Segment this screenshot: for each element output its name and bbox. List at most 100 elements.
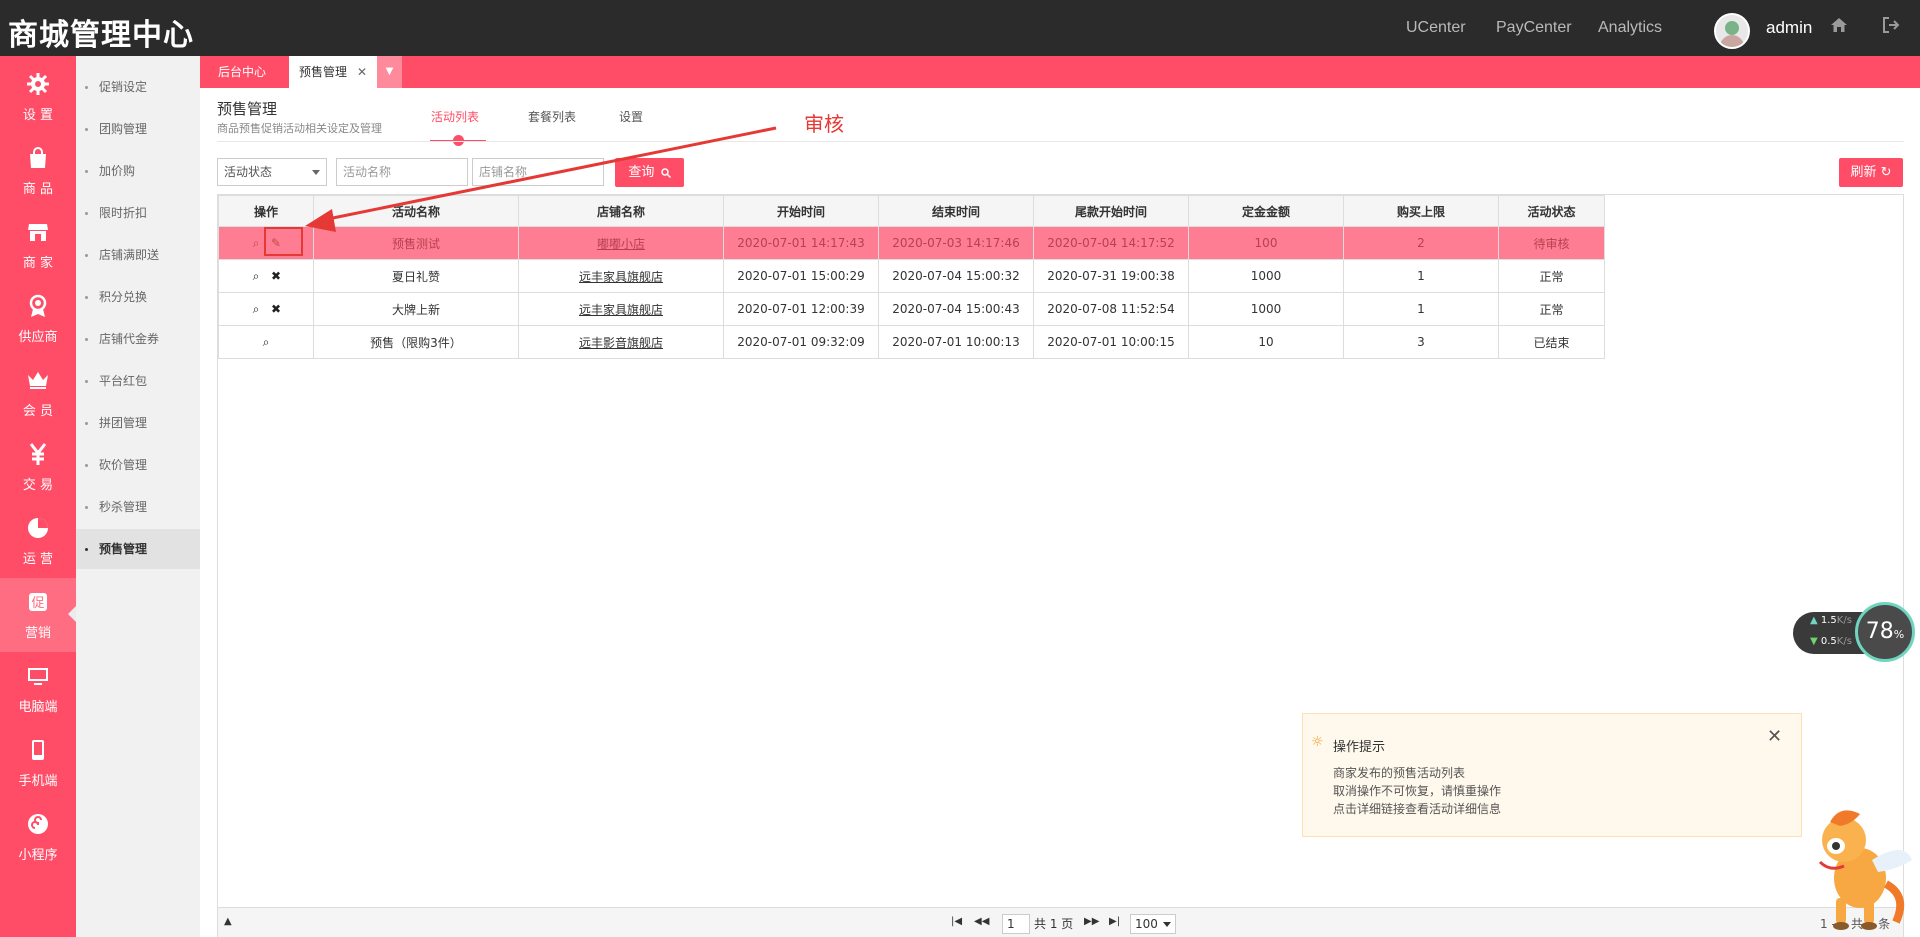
activity-name-input[interactable]: 活动名称	[336, 158, 468, 186]
shop-name-input[interactable]: 店铺名称	[472, 158, 604, 186]
chevron-down-icon[interactable]: ▼	[377, 56, 402, 88]
user-name[interactable]: admin	[1766, 18, 1812, 38]
monitor-icon	[28, 668, 48, 685]
page-number-input[interactable]: 1	[1002, 914, 1030, 934]
nav-ucenter[interactable]: UCenter	[1406, 19, 1466, 37]
column-header[interactable]: 结束时间	[878, 195, 1034, 227]
shop-link[interactable]: 远丰家具旗舰店	[518, 259, 724, 293]
deposit-amount: 10	[1188, 325, 1344, 359]
logout-icon[interactable]	[1882, 16, 1900, 39]
next-page-icon[interactable]: ▶▶	[1084, 916, 1099, 927]
tab-package-list[interactable]: 套餐列表	[528, 108, 576, 125]
shop-link-text[interactable]: 远丰影音旗舰店	[579, 336, 663, 350]
submenu-item[interactable]: 限时折扣	[76, 193, 200, 233]
app-title: 商城管理中心	[8, 18, 194, 53]
search-icon[interactable]: ⌕	[249, 269, 263, 284]
submenu-item[interactable]: 团购管理	[76, 109, 200, 149]
refresh-label: 刷新	[1850, 165, 1877, 180]
phone-icon	[32, 740, 44, 760]
upload-value: 1.5	[1820, 615, 1837, 626]
submenu-item[interactable]: 平台红包	[76, 361, 200, 401]
tab-label: 预售管理	[299, 65, 348, 79]
tab-activity-list[interactable]: 活动列表	[431, 108, 479, 125]
column-header[interactable]: 开始时间	[723, 195, 879, 227]
query-label: 查询	[628, 165, 655, 180]
column-header[interactable]: 活动名称	[313, 195, 519, 227]
shop-link-text[interactable]: 远丰家具旗舰店	[579, 270, 663, 284]
sidebar-item-mobile[interactable]: 手机端	[0, 726, 76, 800]
presale-table: 操作 活动名称 店铺名称 开始时间 结束时间 尾款开始时间 定金金额 购买上限 …	[218, 195, 1605, 359]
nav-analytics[interactable]: Analytics	[1598, 19, 1662, 37]
close-icon[interactable]: ✕	[357, 65, 367, 79]
close-icon[interactable]: ✖	[269, 269, 283, 283]
prev-page-icon[interactable]: ◀◀	[974, 916, 989, 927]
shop-link-text[interactable]: 远丰家具旗舰店	[579, 303, 663, 317]
sidebar-item-member[interactable]: 会 员	[0, 356, 76, 430]
sidebar-item-goods[interactable]: 商 品	[0, 134, 76, 208]
column-header[interactable]: 尾款开始时间	[1033, 195, 1189, 227]
search-icon[interactable]: ⌕	[249, 302, 263, 317]
tips-line: 点击详细链接查看活动详细信息	[1333, 802, 1502, 816]
sidebar-item-marketing[interactable]: 促 营销	[0, 578, 76, 652]
tab-settings[interactable]: 设置	[619, 108, 643, 125]
home-icon[interactable]	[1830, 16, 1848, 39]
nav-paycenter[interactable]: PayCenter	[1496, 19, 1572, 37]
sidebar-item-pc[interactable]: 电脑端	[0, 652, 76, 726]
submenu-item[interactable]: 店铺满即送	[76, 235, 200, 275]
crown-icon	[28, 372, 48, 389]
sidebar-item-operation[interactable]: 运 营	[0, 504, 76, 578]
tab-presale[interactable]: 预售管理 ✕	[289, 56, 378, 88]
page-subtitle: 商品预售促销活动相关设定及管理	[217, 122, 382, 135]
sidebar-item-trade[interactable]: 交 易	[0, 430, 76, 504]
close-icon[interactable]: ✖	[269, 302, 283, 316]
submenu-item[interactable]: 砍价管理	[76, 445, 200, 485]
activity-status: 待审核	[1498, 226, 1605, 260]
yen-icon	[29, 443, 47, 465]
shop-link[interactable]: 远丰影音旗舰店	[518, 325, 724, 359]
first-page-icon[interactable]: |◀	[951, 916, 962, 927]
sidebar-item-merchant[interactable]: 商 家	[0, 208, 76, 282]
refresh-button[interactable]: 刷新 ↻	[1839, 158, 1903, 187]
column-header[interactable]: 购买上限	[1343, 195, 1499, 227]
table-row[interactable]: ⌕ ✎ 预售测试 嘟嘟小店 2020-07-01 14:17:43 2020-07…	[218, 226, 1605, 260]
sidebar-item-supplier[interactable]: 供应商	[0, 282, 76, 356]
shop-link[interactable]: 嘟嘟小店	[518, 226, 724, 260]
submenu-item[interactable]: 店铺代金券	[76, 319, 200, 359]
shop-link[interactable]: 远丰家具旗舰店	[518, 292, 724, 326]
total-pages: 共 1 页	[1034, 917, 1074, 931]
table-row[interactable]: ⌕ ✖ 大牌上新 远丰家具旗舰店 2020-07-01 12:00:39 2020…	[218, 292, 1605, 326]
tab-dashboard[interactable]: 后台中心	[208, 56, 276, 88]
refresh-icon: ↻	[1880, 165, 1892, 180]
memory-usage-gauge[interactable]: 78%	[1855, 602, 1915, 662]
search-icon[interactable]: ⌕	[259, 335, 273, 350]
submenu-item[interactable]: 拼团管理	[76, 403, 200, 443]
close-icon[interactable]: ✕	[1767, 726, 1782, 747]
activity-name: 大牌上新	[313, 292, 519, 326]
column-header[interactable]: 活动状态	[1498, 195, 1605, 227]
column-header[interactable]: 定金金额	[1188, 195, 1344, 227]
column-header[interactable]: 店铺名称	[518, 195, 724, 227]
submenu-item[interactable]: 加价购	[76, 151, 200, 191]
sidebar-label: 运 营	[22, 552, 54, 567]
sidebar-label: 会 员	[22, 404, 54, 419]
sidebar-item-miniprogram[interactable]: 小程序	[0, 800, 76, 874]
page-size-select[interactable]: 100	[1130, 914, 1176, 934]
table-row[interactable]: ⌕ 预售（限购3件） 远丰影音旗舰店 2020-07-01 09:32:09 2…	[218, 325, 1605, 359]
search-icon[interactable]: ⌕	[249, 236, 263, 251]
status-select[interactable]: 活动状态	[217, 158, 327, 186]
chevron-up-icon[interactable]: ▲	[224, 916, 232, 927]
start-time: 2020-07-01 12:00:39	[723, 292, 879, 326]
submenu-item[interactable]: 秒杀管理	[76, 487, 200, 527]
actions-cell: ⌕ ✖	[218, 292, 314, 326]
avatar[interactable]	[1714, 13, 1750, 49]
sidebar-label: 营销	[24, 626, 51, 641]
usage-percent: 78	[1865, 619, 1894, 644]
sidebar-item-settings[interactable]: 设 置	[0, 60, 76, 134]
submenu-item[interactable]: 积分兑换	[76, 277, 200, 317]
submenu-item[interactable]: 促销设定	[76, 67, 200, 107]
last-page-icon[interactable]: ▶|	[1109, 916, 1120, 927]
table-row[interactable]: ⌕ ✖ 夏日礼赞 远丰家具旗舰店 2020-07-01 15:00:29 2020…	[218, 259, 1605, 293]
query-button[interactable]: 查询	[615, 158, 684, 187]
shop-link-text[interactable]: 嘟嘟小店	[597, 237, 645, 251]
submenu-item-presale[interactable]: 预售管理	[76, 529, 200, 569]
